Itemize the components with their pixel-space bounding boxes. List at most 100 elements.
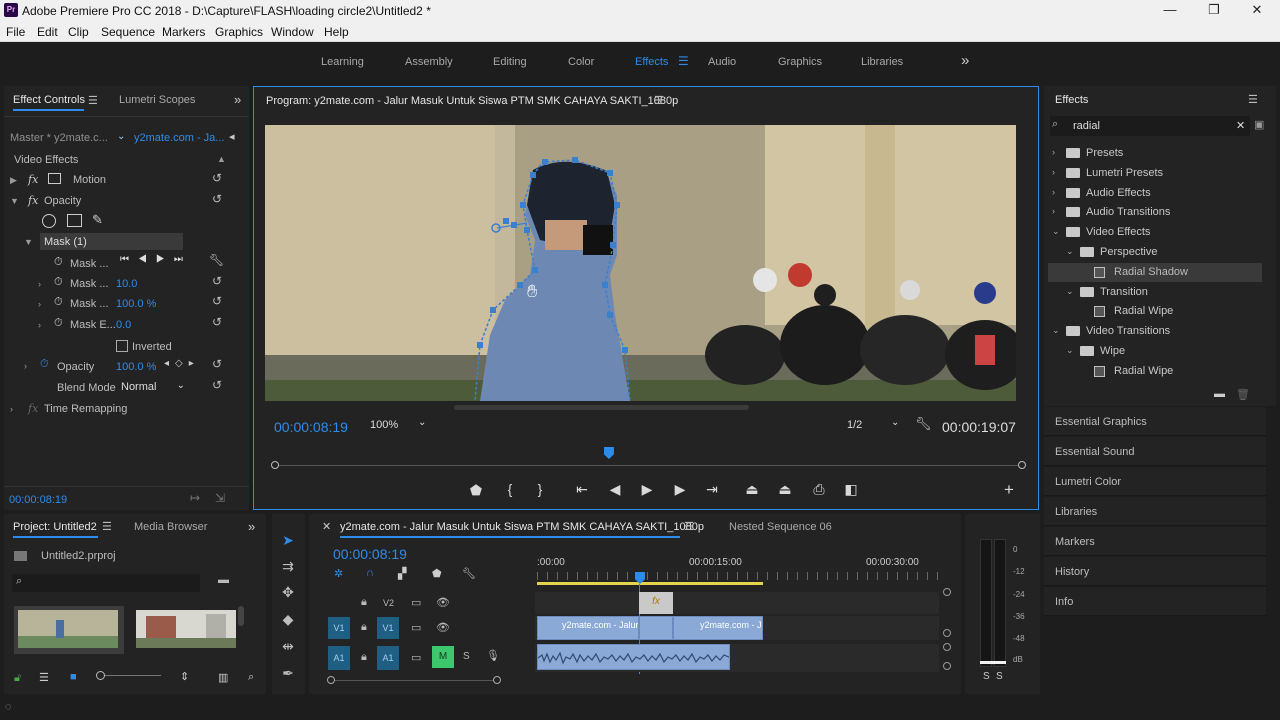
export-icon[interactable]: ↦ bbox=[190, 491, 200, 505]
program-scrubber[interactable] bbox=[271, 447, 1026, 469]
mask-feather-value[interactable]: 10.0 bbox=[116, 278, 137, 290]
scroll-handle-left[interactable] bbox=[327, 676, 335, 684]
track-select-tool-icon[interactable]: ⇉ bbox=[277, 558, 299, 578]
project-search-input[interactable]: ⌕ bbox=[12, 574, 200, 592]
list-view-icon[interactable]: ☰ bbox=[39, 671, 49, 684]
workspace-editing[interactable]: Editing bbox=[493, 56, 527, 68]
mask-track-controls[interactable]: ⏮◀▶⏭ bbox=[120, 254, 192, 265]
effects-search-input[interactable]: radial bbox=[1073, 120, 1100, 132]
restore-button[interactable]: ❐ bbox=[1204, 2, 1224, 20]
panel-history[interactable]: History bbox=[1044, 557, 1266, 586]
expand-icon[interactable]: › bbox=[38, 279, 41, 289]
reset-icon[interactable]: ↺ bbox=[212, 192, 222, 206]
panel-overflow-icon[interactable]: » bbox=[234, 92, 241, 107]
track-height-handle[interactable] bbox=[943, 588, 951, 596]
collapse-mask-icon[interactable]: ▼ bbox=[24, 237, 33, 247]
panel-menu-icon[interactable]: ☰ bbox=[102, 520, 112, 533]
effects-tree-item[interactable]: Radial Wipe bbox=[1048, 302, 1262, 321]
microphone-icon[interactable]: 🎙︎ bbox=[486, 649, 500, 662]
solo-right-button[interactable]: S bbox=[996, 671, 1003, 682]
expand-icon[interactable]: › bbox=[1052, 147, 1055, 157]
icon-view-icon[interactable]: ■ bbox=[70, 671, 77, 683]
source-patch-a1[interactable]: A1 bbox=[328, 646, 350, 670]
work-area-bar[interactable] bbox=[537, 582, 763, 585]
effects-tree-item[interactable]: Radial Shadow bbox=[1048, 262, 1262, 282]
timeline-horizontal-scroll[interactable] bbox=[335, 680, 493, 681]
go-to-in-icon[interactable]: ⇤ bbox=[572, 481, 592, 498]
reset-icon[interactable]: ↺ bbox=[212, 315, 222, 329]
play-icon[interactable]: ▶ bbox=[637, 481, 657, 498]
track-v2[interactable] bbox=[535, 592, 939, 614]
linked-selection-icon[interactable]: ∩ bbox=[366, 567, 374, 579]
solo-button[interactable]: S bbox=[463, 651, 470, 662]
tab-nested-sequence[interactable]: Nested Sequence 06 bbox=[729, 521, 832, 533]
collapse-icon[interactable]: ⌄ bbox=[1066, 286, 1074, 297]
panel-menu-icon[interactable]: ☰ bbox=[1248, 93, 1258, 106]
menu-clip[interactable]: Clip bbox=[68, 25, 89, 39]
pen-mask-icon[interactable]: ✎ bbox=[92, 212, 103, 228]
mark-in-icon[interactable]: { bbox=[500, 481, 520, 497]
master-clip-label[interactable]: Master * y2mate.c... bbox=[10, 132, 108, 144]
comparison-view-icon[interactable]: ◧ bbox=[841, 481, 861, 498]
tab-effect-controls[interactable]: Effect Controls bbox=[13, 94, 85, 106]
more-workspaces-icon[interactable]: » bbox=[961, 52, 969, 69]
video-scrollbar[interactable] bbox=[454, 405, 749, 410]
razor-tool-icon[interactable]: ◆ bbox=[277, 611, 299, 631]
collapse-opacity-icon[interactable]: ▼ bbox=[10, 196, 19, 206]
mute-button[interactable]: M bbox=[432, 646, 454, 668]
clip-selector[interactable]: y2mate.com - Ja... bbox=[134, 132, 224, 144]
clear-search-icon[interactable]: ✕ bbox=[1236, 119, 1245, 132]
menu-help[interactable]: Help bbox=[324, 25, 349, 39]
tab-media-browser[interactable]: Media Browser bbox=[134, 521, 207, 533]
eye-icon[interactable]: 👁︎ bbox=[436, 621, 450, 634]
workspace-color[interactable]: Color bbox=[568, 56, 594, 68]
sync-lock-icon[interactable]: ▭ bbox=[411, 651, 421, 664]
expand-icon[interactable]: › bbox=[1052, 187, 1055, 197]
lock-icon[interactable]: 🔒︎ bbox=[361, 596, 367, 609]
filter-icon[interactable]: ⇲ bbox=[215, 491, 225, 505]
expand-icon[interactable]: › bbox=[38, 320, 41, 330]
out-point-handle[interactable] bbox=[1018, 461, 1026, 469]
zoom-dropdown[interactable]: 100% ⌄ bbox=[370, 417, 430, 435]
collapse-icon[interactable]: ⌄ bbox=[1066, 246, 1074, 257]
export-frame-camera-icon[interactable]: ⎙ bbox=[809, 481, 829, 498]
stopwatch-icon[interactable]: ⏱ bbox=[54, 256, 63, 269]
scroll-up-icon[interactable]: ▲ bbox=[217, 154, 226, 164]
stopwatch-icon[interactable]: ⏱ bbox=[54, 276, 63, 289]
stopwatch-icon[interactable]: ⏱ bbox=[54, 317, 63, 330]
effects-tree-item[interactable]: ⌄ Video Effects bbox=[1048, 223, 1262, 242]
clip-thumbnail[interactable] bbox=[14, 606, 124, 654]
workspace-menu-icon[interactable]: ☰ bbox=[678, 54, 689, 68]
ripple-edit-tool-icon[interactable]: ✥ bbox=[277, 584, 299, 604]
effects-tree-item[interactable]: ⌄ Transition bbox=[1048, 283, 1262, 302]
scroll-handle-right[interactable] bbox=[493, 676, 501, 684]
mask-label[interactable]: Mask (1) bbox=[44, 236, 87, 248]
eye-icon[interactable]: 👁︎ bbox=[436, 596, 450, 609]
panel-overflow-icon[interactable]: » bbox=[248, 519, 255, 534]
slip-tool-icon[interactable]: ⇹ bbox=[277, 638, 299, 658]
automate-to-sequence-icon[interactable]: ▥ bbox=[218, 671, 228, 684]
panel-essential-graphics[interactable]: Essential Graphics bbox=[1044, 407, 1266, 436]
extract-icon[interactable]: ⏏ bbox=[775, 481, 795, 498]
blend-mode-dropdown[interactable]: Normal ⌄ bbox=[121, 380, 187, 396]
find-icon[interactable]: ⌕ bbox=[248, 671, 254, 684]
reset-icon[interactable]: ↺ bbox=[212, 274, 222, 288]
lock-icon[interactable]: 🔒︎ bbox=[361, 651, 367, 664]
motion-transform-icon[interactable] bbox=[48, 173, 61, 184]
add-marker-icon[interactable]: ⬟ bbox=[466, 482, 486, 499]
reset-icon[interactable]: ↺ bbox=[212, 294, 222, 308]
solo-left-button[interactable]: S bbox=[983, 671, 990, 682]
mask-expansion-value[interactable]: 0.0 bbox=[116, 319, 131, 331]
mask-opacity-value[interactable]: 100.0 % bbox=[116, 298, 156, 310]
lock-icon[interactable]: 🔓︎ bbox=[14, 672, 21, 685]
rectangle-mask-icon[interactable] bbox=[67, 214, 82, 227]
marker-icon[interactable]: ⬟ bbox=[432, 567, 442, 580]
collapse-icon[interactable]: ⌄ bbox=[1066, 345, 1074, 356]
zoom-slider[interactable] bbox=[97, 675, 161, 676]
step-forward-icon[interactable]: ▶ bbox=[670, 481, 690, 498]
expand-motion-icon[interactable]: ▶ bbox=[10, 175, 17, 186]
reset-icon[interactable]: ↺ bbox=[212, 171, 222, 185]
lock-icon[interactable]: 🔒︎ bbox=[361, 621, 367, 634]
audio-clip[interactable] bbox=[537, 644, 730, 670]
expand-icon[interactable]: › bbox=[1052, 167, 1055, 177]
